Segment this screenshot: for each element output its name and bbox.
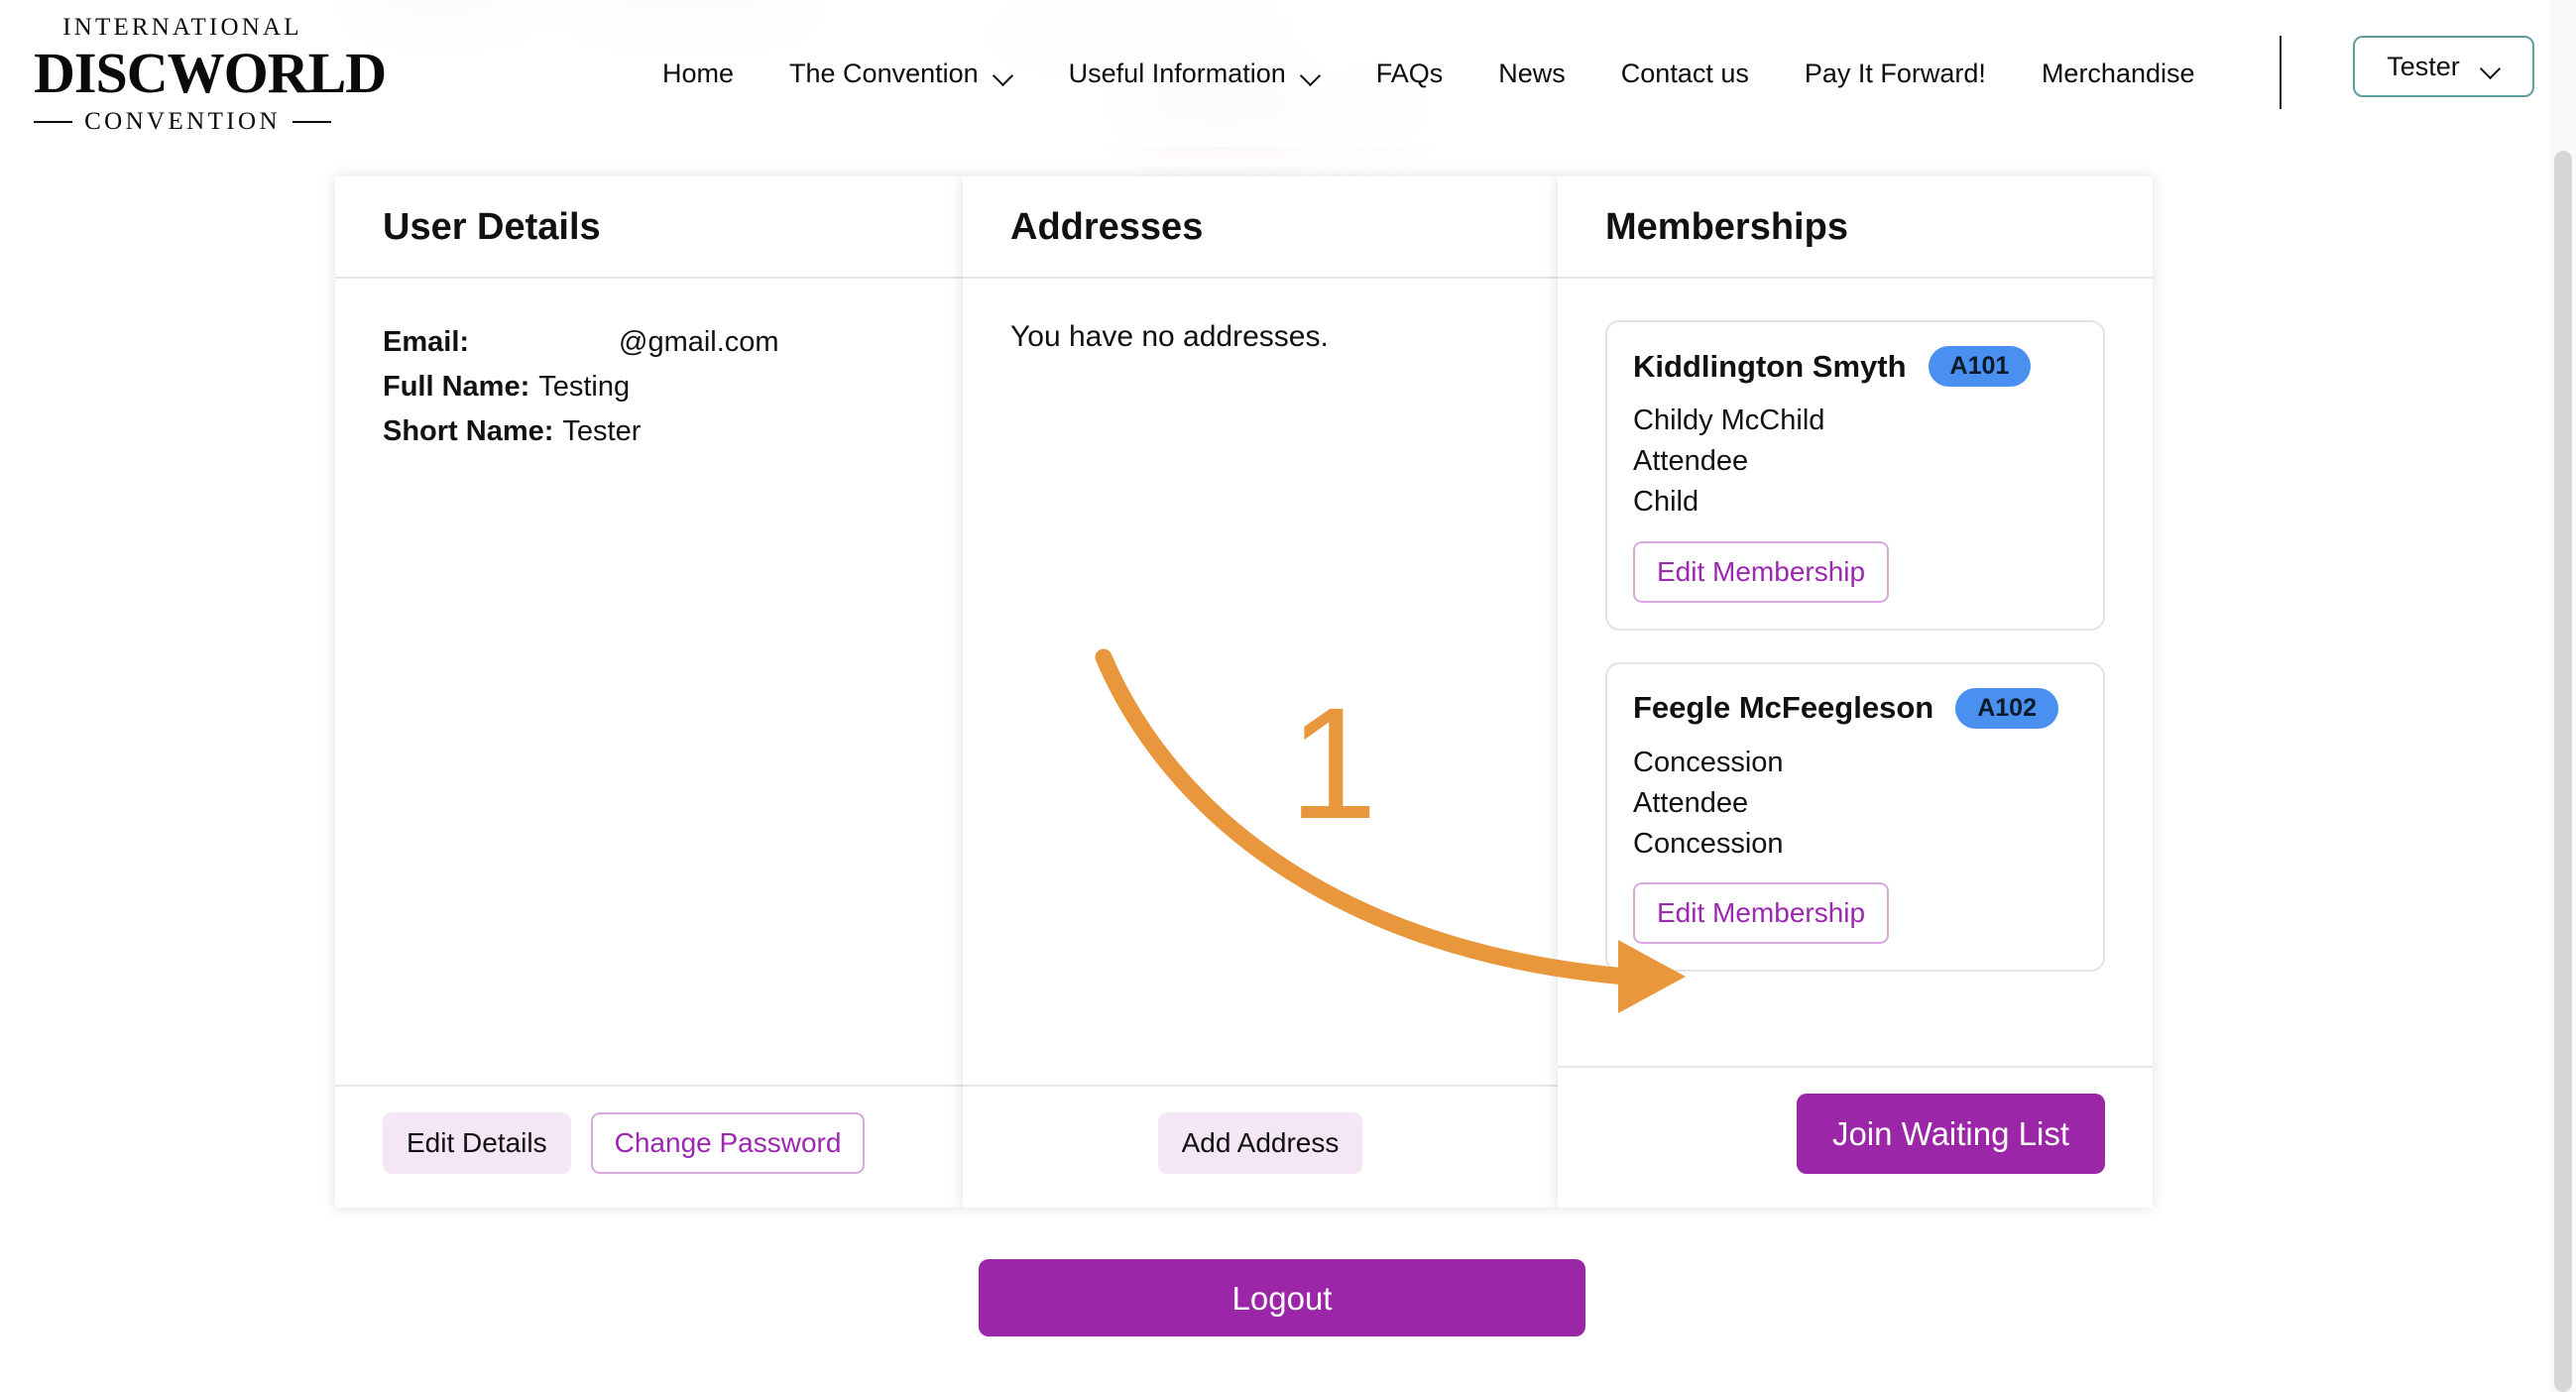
nav-item-the-convention[interactable]: The Convention — [761, 58, 1041, 88]
full-name-label: Full Name: — [383, 370, 530, 403]
membership-header: Feegle McFeegleson A102 — [1633, 687, 2077, 729]
nav-label: News — [1498, 58, 1566, 88]
nav-label: FAQs — [1375, 58, 1444, 88]
nav-label: Pay It Forward! — [1804, 58, 1986, 88]
chevron-down-icon — [2482, 61, 2501, 72]
memberships-list: Kiddlington Smyth A101 Childy McChild At… — [1605, 320, 2105, 973]
membership-detail-line: Child — [1633, 486, 1699, 519]
nav-item-merchandise[interactable]: Merchandise — [2014, 58, 2223, 88]
user-details-card: User Details Email: @gmail.com Full Name… — [335, 176, 963, 1208]
full-name-value: Testing — [538, 370, 631, 403]
membership-detail-line: Childy McChild — [1633, 405, 1825, 436]
chevron-down-icon — [1302, 68, 1321, 79]
email-label: Email: — [383, 326, 470, 358]
user-details-body: Email: @gmail.com Full Name: Testing Sho… — [335, 279, 963, 1085]
addresses-empty-message: You have no addresses. — [1010, 320, 1329, 353]
edit-membership-button[interactable]: Edit Membership — [1633, 540, 1890, 603]
nav-label: Home — [662, 58, 735, 88]
short-name-label: Short Name: — [383, 414, 554, 447]
logout-button[interactable]: Logout — [979, 1259, 1585, 1336]
membership-detail-line: Concession — [1633, 827, 1784, 860]
vertical-scrollbar-thumb[interactable] — [2554, 151, 2572, 1392]
membership-actions: Edit Membership — [1633, 540, 2077, 603]
add-address-button[interactable]: Add Address — [1157, 1112, 1363, 1174]
detail-row-full-name: Full Name: Testing — [383, 365, 915, 409]
status-badge: A102 — [1955, 687, 2058, 729]
nav-label: The Convention — [789, 58, 979, 88]
addresses-header: Addresses — [963, 176, 1558, 279]
addresses-card: Addresses You have no addresses. Add Add… — [963, 176, 1558, 1208]
site-header: INTERNATIONAL DISCWORLD CONVENTION Home … — [0, 0, 2564, 147]
memberships-title: Memberships — [1605, 206, 1848, 248]
membership-detail-line: Attendee — [1633, 786, 1749, 819]
logo-rule-left — [34, 120, 73, 123]
nav-label: Merchandise — [2041, 58, 2195, 88]
profile-cards-row: User Details Email: @gmail.com Full Name… — [335, 176, 2229, 1208]
logo-line-convention: CONVENTION — [84, 107, 281, 135]
email-value: @gmail.com — [619, 326, 779, 358]
memberships-card: Memberships Kiddlington Smyth A101 Child… — [1558, 176, 2153, 1208]
membership-item: Kiddlington Smyth A101 Childy McChild At… — [1605, 320, 2105, 631]
nav-item-contact-us[interactable]: Contact us — [1593, 58, 1777, 88]
addresses-body: You have no addresses. — [963, 279, 1558, 1085]
memberships-footer: Join Waiting List — [1558, 1066, 2153, 1208]
nav-label: Contact us — [1620, 58, 1749, 88]
user-details-header: User Details — [335, 176, 963, 279]
detail-row-email: Email: @gmail.com — [383, 320, 915, 365]
user-menu-button[interactable]: Tester — [2353, 36, 2534, 97]
page-root: INTERNATIONAL DISCWORLD CONVENTION Home … — [0, 0, 2576, 1392]
logo-line-international: INTERNATIONAL — [62, 14, 302, 41]
logo-line-discworld: DISCWORLD — [34, 41, 387, 105]
membership-header: Kiddlington Smyth A101 — [1633, 346, 2077, 387]
main-navigation: Home The Convention Useful Information F… — [635, 0, 2223, 147]
short-name-value: Tester — [562, 414, 642, 447]
detail-row-short-name: Short Name: Tester — [383, 409, 915, 454]
memberships-header: Memberships — [1558, 176, 2153, 279]
user-details-title: User Details — [383, 206, 601, 248]
membership-name: Kiddlington Smyth — [1633, 348, 1907, 384]
nav-item-news[interactable]: News — [1470, 58, 1593, 88]
edit-details-button[interactable]: Edit Details — [383, 1112, 571, 1174]
membership-detail-line: Concession — [1633, 746, 1784, 778]
user-menu-label: Tester — [2387, 51, 2460, 81]
site-logo[interactable]: INTERNATIONAL DISCWORLD CONVENTION — [34, 14, 387, 136]
logout-area: Logout — [0, 1259, 2564, 1336]
status-badge: A101 — [1928, 346, 2032, 387]
chevron-down-icon — [995, 68, 1013, 79]
user-details-footer: Edit Details Change Password — [335, 1085, 963, 1208]
nav-item-faqs[interactable]: FAQs — [1348, 58, 1471, 88]
change-password-button[interactable]: Change Password — [590, 1112, 866, 1174]
logo-convention-row: CONVENTION — [34, 108, 331, 136]
addresses-title: Addresses — [1010, 206, 1204, 248]
main-content: User Details Email: @gmail.com Full Name… — [0, 147, 2564, 1392]
membership-name: Feegle McFeegleson — [1633, 690, 1934, 726]
membership-detail-line: Attendee — [1633, 445, 1749, 478]
edit-membership-button[interactable]: Edit Membership — [1633, 882, 1890, 945]
header-divider — [2280, 36, 2282, 109]
membership-actions: Edit Membership — [1633, 882, 2077, 945]
membership-item: Feegle McFeegleson A102 Concession Atten… — [1605, 661, 2105, 973]
nav-item-pay-it-forward[interactable]: Pay It Forward! — [1777, 58, 2014, 88]
nav-label: Useful Information — [1068, 58, 1286, 88]
nav-item-useful-information[interactable]: Useful Information — [1041, 58, 1348, 88]
addresses-footer: Add Address — [963, 1085, 1558, 1208]
memberships-body: Kiddlington Smyth A101 Childy McChild At… — [1558, 279, 2153, 1066]
nav-item-home[interactable]: Home — [635, 58, 761, 88]
join-waiting-list-button[interactable]: Join Waiting List — [1796, 1094, 2105, 1174]
logo-rule-right — [292, 120, 331, 123]
